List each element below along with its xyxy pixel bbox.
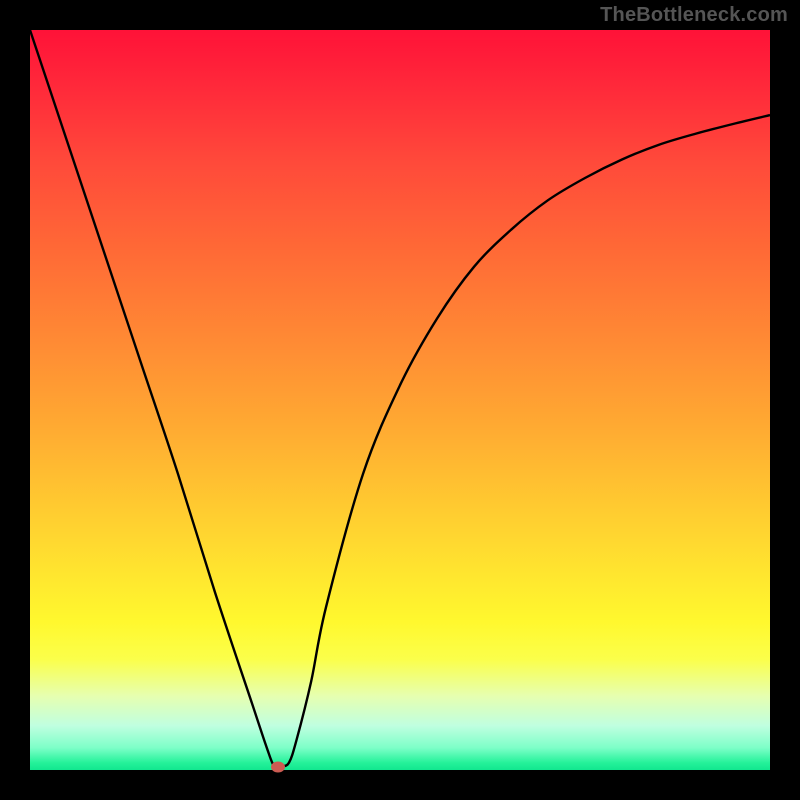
optimal-point-marker — [271, 762, 285, 773]
watermark-text: TheBottleneck.com — [600, 4, 788, 27]
plot-area — [30, 30, 770, 770]
bottleneck-curve-svg — [30, 30, 770, 770]
chart-frame: TheBottleneck.com — [0, 0, 800, 800]
bottleneck-curve-path — [30, 30, 770, 768]
